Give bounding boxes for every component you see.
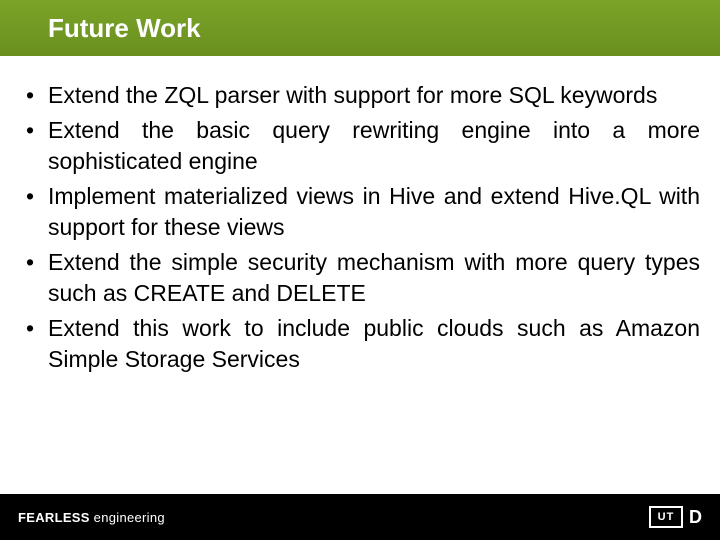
utd-logo: UT D [649,506,702,528]
list-item: Implement materialized views in Hive and… [20,181,700,243]
list-item: Extend the ZQL parser with support for m… [20,80,700,111]
slide-title: Future Work [48,13,201,44]
bullet-list: Extend the ZQL parser with support for m… [20,80,700,375]
logo-box: UT [649,506,683,528]
title-bar: Future Work [0,0,720,56]
footer-brand: FEARLESS engineering [18,510,165,525]
list-item: Extend this work to include public cloud… [20,313,700,375]
list-item: Extend the simple security mechanism wit… [20,247,700,309]
list-item: Extend the basic query rewriting engine … [20,115,700,177]
brand-light: engineering [90,510,165,525]
slide-body: Extend the ZQL parser with support for m… [0,56,720,375]
logo-d: D [689,507,702,528]
brand-bold: FEARLESS [18,510,90,525]
footer-bar: FEARLESS engineering UT D [0,494,720,540]
